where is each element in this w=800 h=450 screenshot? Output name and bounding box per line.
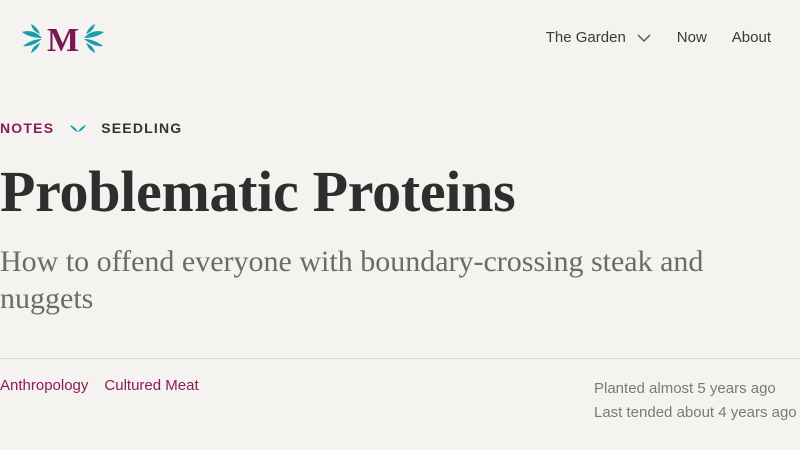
nav-item-now[interactable]: Now: [677, 29, 707, 46]
seedling-icon: [70, 125, 87, 132]
page-title: Problematic Proteins: [0, 159, 516, 224]
breadcrumb: NOTES SEEDLING: [0, 120, 182, 136]
nav-item-about[interactable]: About: [732, 29, 771, 46]
site-logo[interactable]: M: [20, 22, 106, 54]
last-tended-date: Last tended about 4 years ago: [594, 404, 797, 421]
site-header: M The Garden Now About: [0, 0, 800, 76]
nav-item-the-garden[interactable]: The Garden: [546, 29, 652, 46]
planted-date: Planted almost 5 years ago: [594, 380, 776, 397]
nav-item-label: Now: [676, 29, 707, 46]
breadcrumb-section-link[interactable]: NOTES: [0, 120, 54, 136]
page-subtitle: How to offend everyone with boundary-cro…: [0, 245, 704, 315]
tag-cultured-meat[interactable]: Cultured Meat: [104, 377, 198, 394]
chevron-down-icon: [637, 34, 651, 42]
note-dates: Planted almost 5 years ago Last tended a…: [594, 377, 797, 425]
topic-tags: Anthropology Cultured Meat: [0, 377, 199, 394]
growth-stage-label: SEEDLING: [101, 120, 183, 136]
nav-item-label: About: [731, 29, 771, 46]
main-nav: The Garden Now About: [546, 29, 771, 46]
nav-item-label: The Garden: [545, 29, 626, 46]
divider: [0, 358, 800, 359]
tag-anthropology[interactable]: Anthropology: [0, 377, 88, 394]
leaf-m-logo-icon: M: [22, 22, 104, 54]
logo-letter: M: [47, 22, 79, 54]
